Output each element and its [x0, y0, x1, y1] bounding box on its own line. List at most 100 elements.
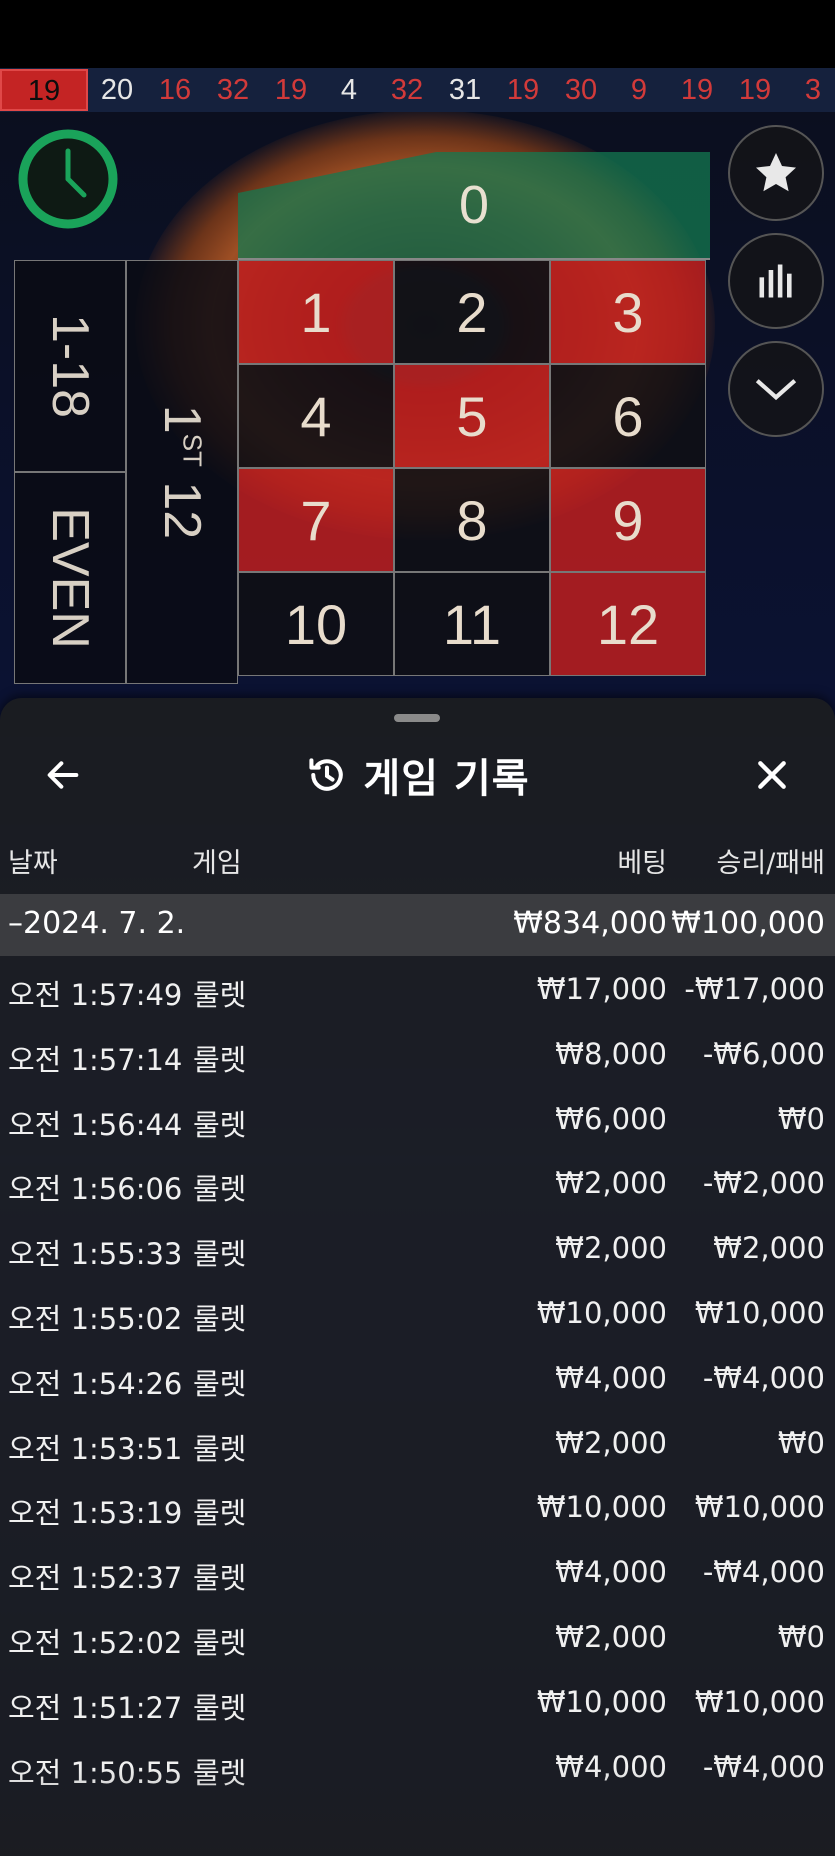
round-result: -₩2,000: [702, 1166, 825, 1200]
round-game: 룰렛: [193, 1496, 247, 1530]
collapse-button[interactable]: [728, 341, 824, 437]
bet-even[interactable]: EVEN: [14, 472, 126, 684]
column-headers: 날짜 게임 베팅 승리/패배: [0, 833, 835, 883]
round-time: 오전 1:56:06: [8, 1172, 183, 1206]
history-row[interactable]: 오전 1:52:37 룰렛 ₩4,000 -₩4,000: [0, 1543, 835, 1601]
round-bet: ₩2,000: [555, 1166, 667, 1200]
history-row[interactable]: 오전 1:51:27 룰렛 ₩10,000 ₩10,000: [0, 1673, 835, 1731]
history-row[interactable]: 오전 1:52:02 룰렛 ₩2,000 ₩0: [0, 1608, 835, 1666]
round-bet: ₩2,000: [555, 1231, 667, 1265]
favorite-button[interactable]: [728, 125, 824, 221]
history-result: 32: [390, 73, 424, 106]
column-game: 게임: [192, 848, 242, 879]
date-group-row[interactable]: –2024. 7. 2. ₩834,000 ₩100,000: [0, 894, 835, 956]
round-bet: ₩2,000: [555, 1426, 667, 1460]
bet-first-dozen[interactable]: 1ST 12: [126, 260, 238, 684]
round-game: 룰렛: [193, 1691, 247, 1725]
history-result: 4: [340, 73, 358, 106]
dozen-label: 1ST 12: [153, 404, 212, 540]
star-icon: [756, 153, 796, 192]
bet-cell-number[interactable]: 5: [394, 364, 550, 468]
history-row[interactable]: 오전 1:57:14 룰렛 ₩8,000 -₩6,000: [0, 1025, 835, 1083]
round-result: -₩4,000: [702, 1361, 825, 1395]
round-time: 오전 1:51:27: [8, 1691, 183, 1725]
round-bet: ₩17,000: [536, 972, 667, 1006]
round-result: ₩2,000: [713, 1231, 825, 1265]
column-result: 승리/패배: [716, 848, 825, 879]
bet-cell-number[interactable]: 10: [238, 572, 394, 676]
arrow-left-icon: [47, 761, 79, 789]
round-bet: ₩10,000: [536, 1296, 667, 1330]
bet-cell-number[interactable]: 1: [238, 260, 394, 364]
round-result: ₩0: [777, 1620, 825, 1654]
round-game: 룰렛: [193, 1432, 247, 1466]
history-row[interactable]: 오전 1:55:33 룰렛 ₩2,000 ₩2,000: [0, 1219, 835, 1277]
round-bet: ₩10,000: [536, 1490, 667, 1524]
round-time: 오전 1:57:14: [8, 1043, 183, 1077]
bet-cell-number[interactable]: 6: [550, 364, 706, 468]
date-group-bet-total: ₩834,000: [513, 906, 667, 941]
round-time: 오전 1:57:49: [8, 978, 183, 1012]
status-bar: [0, 0, 835, 68]
history-result: 31: [448, 73, 482, 106]
round-game: 룰렛: [193, 978, 247, 1012]
history-result: 19: [0, 69, 88, 111]
history-result: 32: [216, 73, 250, 106]
round-result: ₩10,000: [694, 1490, 825, 1524]
round-time: 오전 1:54:26: [8, 1367, 183, 1401]
history-row[interactable]: 오전 1:53:51 룰렛 ₩2,000 ₩0: [0, 1414, 835, 1472]
bet-cell-number[interactable]: 9: [550, 468, 706, 572]
history-result: 30: [564, 73, 598, 106]
round-game: 룰렛: [193, 1043, 247, 1077]
round-time: 오전 1:53:51: [8, 1432, 183, 1466]
back-button[interactable]: [36, 748, 90, 802]
history-row[interactable]: 오전 1:54:26 룰렛 ₩4,000 -₩4,000: [0, 1349, 835, 1407]
round-game: 룰렛: [193, 1302, 247, 1336]
history-row[interactable]: 오전 1:56:44 룰렛 ₩6,000 ₩0: [0, 1090, 835, 1148]
date-group-result-total: ₩100,000: [671, 906, 825, 941]
bet-cell-number[interactable]: 11: [394, 572, 550, 676]
column-date: 날짜: [8, 848, 58, 879]
game-history-sheet: 게임 기록 날짜 게임 베팅 승리/패배 –2024. 7. 2. ₩834,0…: [0, 698, 835, 1856]
timer-clock-icon: [16, 127, 120, 231]
history-row[interactable]: 오전 1:53:19 룰렛 ₩10,000 ₩10,000: [0, 1478, 835, 1536]
even-label: EVEN: [41, 507, 100, 649]
round-bet: ₩4,000: [555, 1361, 667, 1395]
round-result: -₩4,000: [702, 1555, 825, 1589]
history-result: 16: [158, 73, 192, 106]
round-bet: ₩10,000: [536, 1685, 667, 1719]
round-bet: ₩6,000: [555, 1102, 667, 1136]
round-bet: ₩4,000: [555, 1750, 667, 1784]
history-result: 19: [680, 73, 714, 106]
history-row[interactable]: 오전 1:55:02 룰렛 ₩10,000 ₩10,000: [0, 1284, 835, 1342]
column-bet: 베팅: [617, 848, 667, 879]
round-game: 룰렛: [193, 1561, 247, 1595]
round-result: ₩10,000: [694, 1685, 825, 1719]
round-game: 룰렛: [193, 1626, 247, 1660]
bet-cell-number[interactable]: 4: [238, 364, 394, 468]
history-row[interactable]: 오전 1:56:06 룰렛 ₩2,000 -₩2,000: [0, 1154, 835, 1212]
bet-cell-number[interactable]: 3: [550, 260, 706, 364]
close-button[interactable]: [745, 748, 799, 802]
bet-cell-number[interactable]: 7: [238, 468, 394, 572]
round-time: 오전 1:56:44: [8, 1108, 183, 1142]
chevron-down-icon: [755, 379, 797, 401]
history-row[interactable]: 오전 1:57:49 룰렛 ₩17,000 -₩17,000: [0, 960, 835, 1018]
round-time: 오전 1:50:55: [8, 1756, 183, 1790]
history-result: 3: [804, 73, 822, 106]
history-icon: [309, 758, 344, 791]
bet-cell-number[interactable]: 2: [394, 260, 550, 364]
history-row[interactable]: 오전 1:50:55 룰렛 ₩4,000 -₩4,000: [0, 1738, 835, 1796]
bet-cell-number[interactable]: 12: [550, 572, 706, 676]
bet-low-1-18[interactable]: 1-18: [14, 260, 126, 472]
statistics-button[interactable]: [728, 233, 824, 329]
round-result: ₩0: [777, 1102, 825, 1136]
sheet-title: 게임 기록: [363, 756, 530, 802]
round-time: 오전 1:52:37: [8, 1561, 183, 1595]
round-time: 오전 1:52:02: [8, 1626, 183, 1660]
drag-handle[interactable]: [394, 714, 440, 722]
round-result: -₩6,000: [702, 1037, 825, 1071]
sheet-header: 게임 기록: [0, 740, 835, 810]
history-result: 19: [738, 73, 772, 106]
bet-cell-number[interactable]: 8: [394, 468, 550, 572]
